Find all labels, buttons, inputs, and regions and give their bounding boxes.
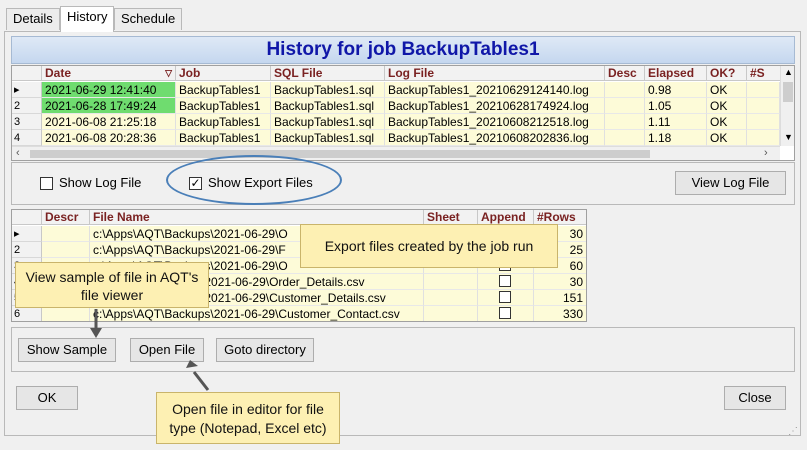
arrow-to-open-file — [192, 371, 210, 391]
resize-grip-icon[interactable]: ⋰ — [788, 426, 798, 437]
tab-history[interactable]: History — [60, 6, 115, 32]
arrow-head-show-sample — [90, 328, 102, 338]
callout-arrows — [90, 309, 210, 391]
arrow-head-open-file — [186, 360, 198, 368]
